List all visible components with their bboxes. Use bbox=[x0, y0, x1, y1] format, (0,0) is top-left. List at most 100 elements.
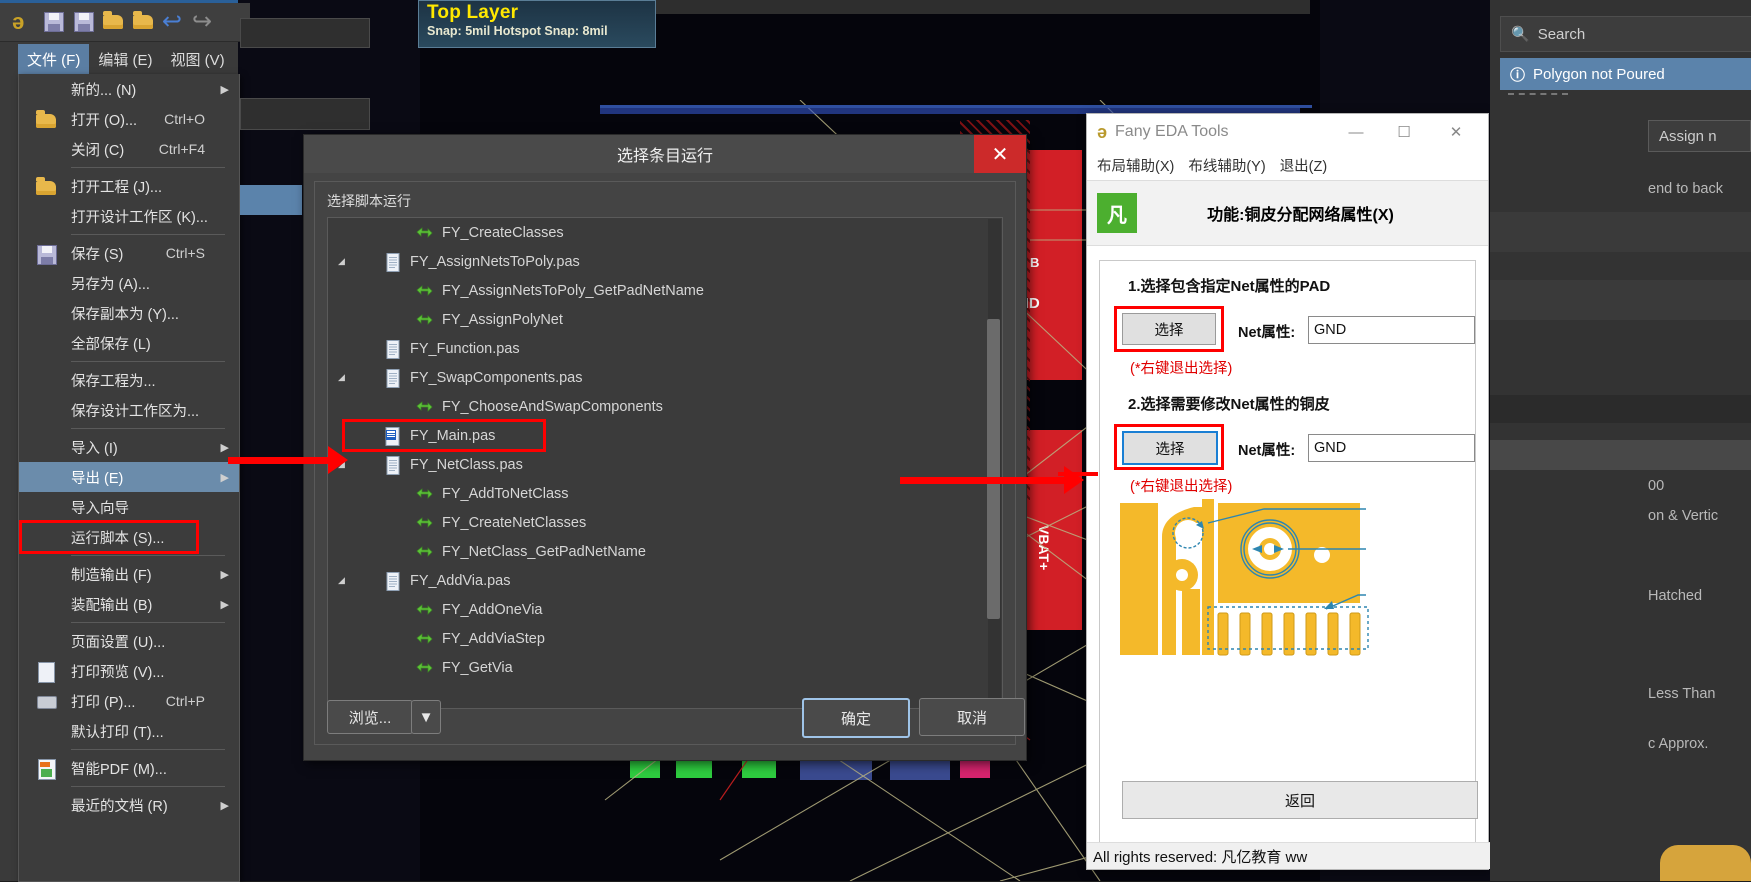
save-icon[interactable] bbox=[42, 9, 68, 35]
file-menu-item-label: 智能PDF (M)... bbox=[71, 761, 167, 778]
ok-button[interactable]: 确定 bbox=[802, 698, 910, 738]
step2-label: 2.选择需要修改Net属性的铜皮 bbox=[1128, 396, 1330, 413]
file-menu-item-11[interactable]: 导入 (I) ▶ bbox=[19, 432, 239, 462]
file-menu-item-15[interactable]: 制造输出 (F) ▶ bbox=[19, 559, 239, 589]
file-menu-item-3[interactable]: 打开工程 (J)... bbox=[19, 171, 239, 201]
status-badge[interactable]: ⓘ Polygon not Poured bbox=[1500, 58, 1751, 90]
fany-menu-bar[interactable]: 布局辅助(X) 布线辅助(Y) 退出(Z) bbox=[1087, 150, 1488, 180]
file-menu-item-14[interactable]: 运行脚本 (S)... bbox=[19, 522, 239, 552]
search-input[interactable]: 🔍 Search bbox=[1500, 16, 1751, 52]
function-icon bbox=[416, 514, 436, 532]
file-menu-item-2[interactable]: 关闭 (C) Ctrl+F4 bbox=[19, 134, 239, 164]
undo-icon[interactable]: ↩ bbox=[162, 9, 188, 35]
maximize-icon[interactable]: ☐ bbox=[1384, 114, 1424, 150]
file-menu-item-18[interactable]: 打印预览 (V)... bbox=[19, 656, 239, 686]
file-menu-item-21[interactable]: 智能PDF (M)... bbox=[19, 753, 239, 783]
panel-selected-row[interactable] bbox=[240, 185, 302, 215]
menubar-item-2[interactable]: 视图 (V) bbox=[162, 44, 234, 74]
file-menu-item-0[interactable]: 新的... (N) ▶ bbox=[19, 74, 239, 104]
file-menu-item-12[interactable]: 导出 (E) ▶ bbox=[19, 462, 239, 492]
tree-expander-icon[interactable]: ◢ bbox=[338, 256, 345, 267]
close-icon[interactable]: ✕ bbox=[1436, 114, 1476, 150]
file-menu-item-label: 保存 (S) bbox=[71, 246, 124, 263]
panel-field[interactable] bbox=[240, 18, 370, 48]
tree-item[interactable]: FY_NetClass_GetPadNetName bbox=[328, 537, 1002, 566]
send-to-back-label[interactable]: end to back bbox=[1646, 178, 1751, 200]
panel-bottom-accent bbox=[1660, 845, 1751, 881]
panel-field[interactable] bbox=[240, 98, 370, 130]
assign-net-button[interactable]: Assign n bbox=[1648, 120, 1751, 152]
file-menu-item-4[interactable]: 打开设计工作区 (K)... bbox=[19, 201, 239, 231]
tree-item[interactable]: FY_Main.pas bbox=[328, 421, 1002, 450]
tree-expander-icon[interactable]: ◢ bbox=[338, 372, 345, 383]
tree-item[interactable]: FY_AddOneVia bbox=[328, 595, 1002, 624]
close-icon[interactable]: ✕ bbox=[974, 135, 1026, 173]
fany-menu-item-1[interactable]: 布线辅助(Y) bbox=[1188, 155, 1265, 176]
tree-item-label: FY_GetVia bbox=[442, 659, 513, 676]
tree-item-label: FY_Function.pas bbox=[410, 340, 520, 357]
minimize-icon[interactable]: — bbox=[1336, 114, 1376, 150]
cancel-button[interactable]: 取消 bbox=[919, 698, 1025, 736]
save-all-icon[interactable] bbox=[72, 9, 98, 35]
file-menu-item-5[interactable]: 保存 (S) Ctrl+S bbox=[19, 238, 239, 268]
file-menu-item-8[interactable]: 全部保存 (L) bbox=[19, 328, 239, 358]
tree-item[interactable]: ◢ FY_AssignNetsToPoly.pas bbox=[328, 247, 1002, 276]
tree-item[interactable]: FY_AddViaStep bbox=[328, 624, 1002, 653]
tree-item[interactable]: ◢ FY_NetClass.pas bbox=[328, 450, 1002, 479]
step1-select-button[interactable]: 选择 bbox=[1122, 313, 1216, 345]
script-tree[interactable]: FY_CreateClasses ◢ FY_AssignNetsToPoly.pas… bbox=[327, 217, 1003, 709]
file-menu-item-22[interactable]: 最近的文档 (R) ▶ bbox=[19, 790, 239, 820]
step1-net-input[interactable]: GND bbox=[1308, 316, 1475, 344]
panel-section bbox=[1490, 440, 1751, 470]
open-folder-icon[interactable] bbox=[102, 9, 128, 35]
tree-item[interactable]: ◢ FY_SwapComponents.pas bbox=[328, 363, 1002, 392]
redo-icon[interactable]: ↪ bbox=[192, 9, 218, 35]
file-menu-item-16[interactable]: 装配输出 (B) ▶ bbox=[19, 589, 239, 619]
tree-expander-icon[interactable]: ◢ bbox=[338, 575, 345, 586]
file-menu-item-label: 打印 (P)... bbox=[71, 694, 136, 711]
menu-separator bbox=[71, 361, 225, 362]
fany-menu-item-0[interactable]: 布局辅助(X) bbox=[1097, 155, 1174, 176]
tree-item[interactable]: FY_CreateNetClasses bbox=[328, 508, 1002, 537]
fany-form-panel: 1.选择包含指定Net属性的PAD 选择 Net属性: GND (*右键退出选择… bbox=[1099, 260, 1478, 866]
open-project-icon[interactable] bbox=[132, 9, 158, 35]
fany-eda-tools-window[interactable]: ə Fany EDA Tools — ☐ ✕ 布局辅助(X) 布线辅助(Y) 退出(… bbox=[1086, 113, 1494, 870]
browse-dropdown-caret[interactable]: ▼ bbox=[411, 700, 441, 734]
file-menu-item-10[interactable]: 保存设计工作区为... bbox=[19, 395, 239, 425]
menu-bar[interactable]: 文件 (F) 编辑 (E) 视图 (V) bbox=[18, 44, 238, 74]
file-menu-item-label: 默认打印 (T)... bbox=[71, 724, 164, 741]
main-toolbar[interactable]: ə ↩ ↪ bbox=[0, 3, 250, 42]
file-menu-item-9[interactable]: 保存工程为... bbox=[19, 365, 239, 395]
run-script-dialog[interactable]: 选择条目运行 ✕ 选择脚本运行 FY_CreateClasses ◢ FY_Assi… bbox=[303, 134, 1027, 761]
file-menu-dropdown[interactable]: 新的... (N) ▶ 打开 (O)... Ctrl+O 关闭 (C) Ctrl+F4 打开… bbox=[18, 74, 240, 882]
tree-item-label: FY_CreateClasses bbox=[442, 224, 564, 241]
file-menu-item-6[interactable]: 另存为 (A)... bbox=[19, 268, 239, 298]
menubar-item-0[interactable]: 文件 (F) bbox=[18, 44, 90, 74]
tree-item-label: FY_AddViaStep bbox=[442, 630, 545, 647]
fany-function-title: 功能:铜皮分配网络属性(X) bbox=[1207, 207, 1394, 224]
tree-item[interactable]: FY_AssignPolyNet bbox=[328, 305, 1002, 334]
file-menu-item-17[interactable]: 页面设置 (U)... bbox=[19, 626, 239, 656]
browse-button[interactable]: 浏览... bbox=[327, 700, 413, 734]
file-menu-item-label: 打开 (O)... bbox=[71, 112, 138, 129]
file-menu-item-7[interactable]: 保存副本为 (Y)... bbox=[19, 298, 239, 328]
menubar-item-1[interactable]: 编辑 (E) bbox=[89, 44, 161, 74]
tree-item[interactable]: ◢ FY_AddVia.pas bbox=[328, 566, 1002, 595]
function-icon bbox=[416, 485, 436, 503]
fany-menu-item-2[interactable]: 退出(Z) bbox=[1280, 155, 1328, 176]
file-menu-item-20[interactable]: 默认打印 (T)... bbox=[19, 716, 239, 746]
file-menu-item-1[interactable]: 打开 (O)... Ctrl+O bbox=[19, 104, 239, 134]
tree-item[interactable]: FY_AssignNetsToPoly_GetPadNetName bbox=[328, 276, 1002, 305]
tree-item[interactable]: FY_Function.pas bbox=[328, 334, 1002, 363]
step2-net-input[interactable]: GND bbox=[1308, 434, 1475, 462]
submenu-arrow-icon: ▶ bbox=[220, 799, 229, 812]
tree-item[interactable]: FY_ChooseAndSwapComponents bbox=[328, 392, 1002, 421]
file-menu-item-13[interactable]: 导入向导 bbox=[19, 492, 239, 522]
step1-label bbox=[1100, 275, 1114, 293]
panel-value: Less Than bbox=[1648, 686, 1716, 702]
back-button[interactable]: 返回 bbox=[1122, 781, 1478, 819]
tree-item[interactable]: FY_CreateClasses bbox=[328, 218, 1002, 247]
tree-item[interactable]: FY_GetVia bbox=[328, 653, 1002, 682]
step2-select-button[interactable]: 选择 bbox=[1122, 431, 1218, 465]
file-menu-item-19[interactable]: 打印 (P)... Ctrl+P bbox=[19, 686, 239, 716]
